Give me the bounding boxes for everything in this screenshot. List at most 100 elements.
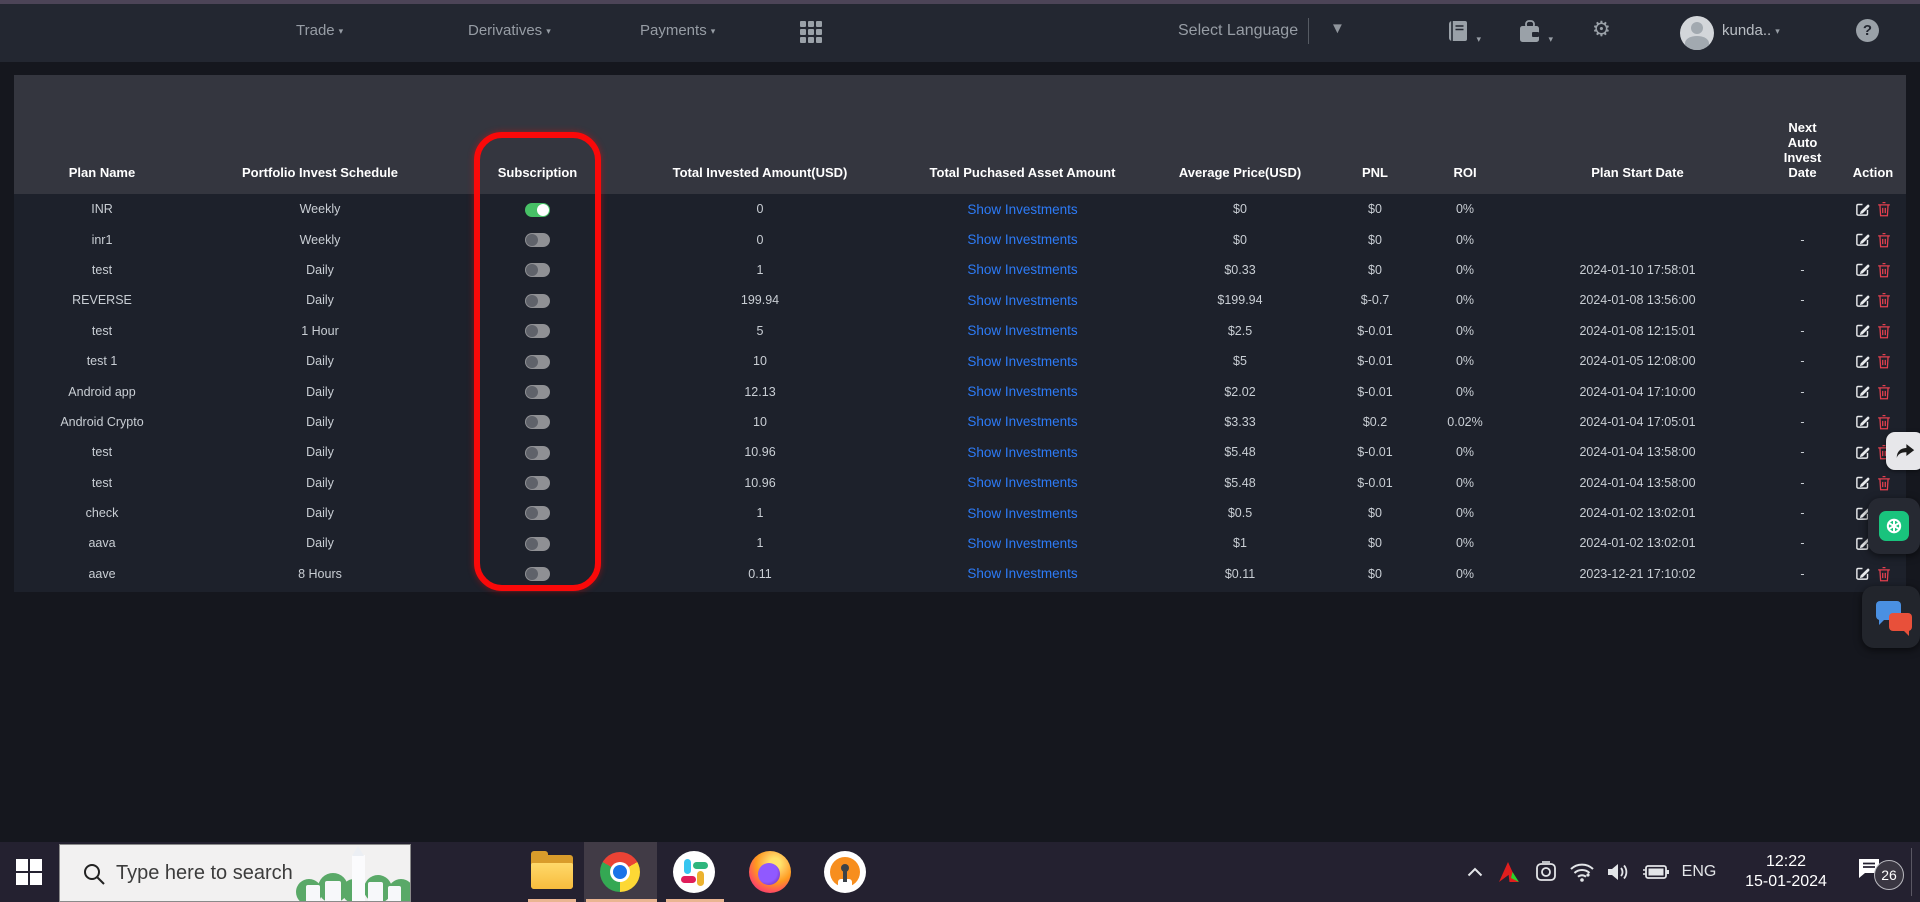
edit-icon[interactable] — [1855, 323, 1870, 338]
battery-icon[interactable] — [1636, 842, 1676, 902]
show-desktop-divider[interactable] — [1911, 848, 1912, 896]
notification-center-button[interactable]: 26 — [1848, 842, 1908, 902]
edit-icon[interactable] — [1855, 232, 1870, 247]
show-investments-link[interactable]: Show Investments — [967, 384, 1077, 399]
average-price-cell: $0.11 — [1224, 566, 1256, 581]
show-investments-link[interactable]: Show Investments — [967, 566, 1077, 581]
subscription-toggle[interactable] — [525, 415, 550, 430]
chat-bubbles-extension-button[interactable] — [1862, 586, 1920, 648]
subscription-toggle[interactable] — [525, 232, 550, 247]
firefox-icon[interactable] — [740, 842, 800, 902]
chatgpt-extension-button[interactable] — [1868, 498, 1920, 554]
delete-icon[interactable] — [1877, 384, 1891, 400]
delete-icon[interactable] — [1877, 475, 1891, 491]
wallet-icon[interactable]: ▾ — [1518, 20, 1553, 49]
chrome-icon[interactable] — [590, 842, 650, 902]
show-investments-link[interactable]: Show Investments — [967, 475, 1077, 490]
edit-icon[interactable] — [1855, 566, 1870, 581]
delete-icon[interactable] — [1877, 262, 1891, 278]
volume-icon[interactable] — [1600, 842, 1636, 902]
next-auto-invest-cell: - — [1800, 384, 1805, 399]
user-menu[interactable]: kunda.. ▾ — [1722, 22, 1780, 39]
schedule-cell: Weekly — [299, 202, 341, 217]
subscription-toggle[interactable] — [525, 263, 550, 278]
show-investments-link[interactable]: Show Investments — [967, 354, 1077, 369]
pnl-cell: $0.2 — [1362, 414, 1388, 429]
edit-icon[interactable] — [1855, 414, 1870, 429]
delete-icon[interactable] — [1877, 292, 1891, 308]
column-header-action: Action — [1840, 75, 1906, 194]
plan-name-cell: test — [91, 445, 113, 460]
next-auto-invest-cell — [1765, 194, 1840, 224]
edit-icon[interactable] — [1855, 475, 1870, 490]
avatar[interactable] — [1680, 16, 1714, 50]
show-investments-link[interactable]: Show Investments — [967, 202, 1077, 217]
language-dropdown-icon[interactable]: ▼ — [1330, 20, 1345, 37]
edit-icon[interactable] — [1855, 262, 1870, 277]
subscription-toggle[interactable] — [525, 445, 550, 460]
subscription-toggle[interactable] — [525, 384, 550, 399]
delete-icon[interactable] — [1877, 353, 1891, 369]
chevron-down-icon: ▾ — [1775, 25, 1780, 36]
edit-icon[interactable] — [1855, 445, 1870, 460]
orders-book-icon[interactable]: ▾ — [1448, 20, 1481, 49]
column-header-pnl: PNL — [1330, 75, 1420, 194]
show-investments-link[interactable]: Show Investments — [967, 293, 1077, 308]
plan-start-date-cell: 2024-01-04 17:05:01 — [1579, 414, 1696, 429]
show-investments-link[interactable]: Show Investments — [967, 323, 1077, 338]
nav-menu-trade[interactable]: Trade ▾ — [296, 22, 343, 39]
next-auto-invest-cell: - — [1800, 475, 1805, 490]
tray-graphics-app-icon[interactable] — [1492, 842, 1526, 902]
help-icon[interactable]: ? — [1856, 19, 1879, 42]
subscription-cell — [450, 255, 625, 285]
delete-icon[interactable] — [1877, 414, 1891, 430]
edit-icon[interactable] — [1855, 293, 1870, 308]
subscription-toggle[interactable] — [525, 567, 550, 582]
openvpn-icon[interactable] — [815, 842, 875, 902]
edit-icon[interactable] — [1855, 384, 1870, 399]
chevron-down-icon: ▾ — [1548, 34, 1553, 45]
wifi-icon[interactable] — [1564, 842, 1600, 902]
delete-icon[interactable] — [1877, 232, 1891, 248]
subscription-toggle[interactable] — [525, 293, 550, 308]
invested-amount-cell: 12.13 — [744, 384, 776, 399]
show-investments-link[interactable]: Show Investments — [967, 506, 1077, 521]
delete-icon[interactable] — [1877, 566, 1891, 582]
slack-icon[interactable] — [664, 842, 724, 902]
invested-amount-cell: 0 — [756, 232, 764, 247]
delete-icon[interactable] — [1877, 201, 1891, 217]
share-arrow-icon — [1896, 444, 1915, 458]
keyboard-language-indicator[interactable]: ENG — [1676, 842, 1722, 902]
subscription-toggle[interactable] — [525, 324, 550, 339]
settings-gear-icon[interactable]: ⚙ — [1592, 17, 1611, 42]
action-cell — [1840, 376, 1906, 406]
share-extension-button[interactable] — [1886, 432, 1920, 470]
edit-icon[interactable] — [1855, 354, 1870, 369]
subscription-toggle[interactable] — [525, 476, 550, 491]
subscription-toggle[interactable] — [525, 536, 550, 551]
taskbar-clock[interactable]: 12:22 15-01-2024 — [1728, 842, 1844, 902]
taskbar-search[interactable] — [59, 844, 411, 902]
show-investments-link[interactable]: Show Investments — [967, 232, 1077, 247]
roi-cell: 0% — [1455, 232, 1475, 247]
show-investments-link[interactable]: Show Investments — [967, 445, 1077, 460]
delete-icon[interactable] — [1877, 323, 1891, 339]
show-investments-link[interactable]: Show Investments — [967, 536, 1077, 551]
column-header-roi: ROI — [1420, 75, 1510, 194]
start-button[interactable] — [0, 842, 58, 902]
average-price-cell: $1 — [1233, 536, 1247, 551]
subscription-toggle[interactable] — [525, 202, 550, 217]
nav-menu-payments[interactable]: Payments ▾ — [640, 22, 715, 39]
nav-menu-derivatives[interactable]: Derivatives ▾ — [468, 22, 551, 39]
file-explorer-icon[interactable] — [522, 842, 582, 902]
show-investments-link[interactable]: Show Investments — [967, 262, 1077, 277]
tray-display-icon[interactable] — [1528, 842, 1564, 902]
tray-expand-chevron-icon[interactable] — [1458, 842, 1492, 902]
pnl-cell: $-0.01 — [1357, 384, 1393, 399]
subscription-toggle[interactable] — [525, 354, 550, 369]
subscription-toggle[interactable] — [525, 506, 550, 521]
edit-icon[interactable] — [1855, 202, 1870, 217]
show-investments-link[interactable]: Show Investments — [967, 414, 1077, 429]
apps-grid-icon[interactable] — [800, 21, 822, 43]
select-language[interactable]: Select Language — [1178, 22, 1298, 40]
